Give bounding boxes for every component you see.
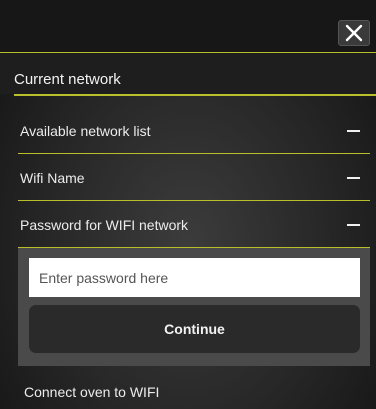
row-label: Password for WIFI network	[20, 217, 189, 233]
minus-icon[interactable]	[347, 224, 360, 226]
section-header: Current network	[0, 53, 376, 94]
row-label: Wifi Name	[20, 170, 85, 186]
continue-button[interactable]: Continue	[29, 305, 360, 353]
section-title: Current network	[14, 71, 121, 88]
minus-icon[interactable]	[347, 130, 360, 132]
row-wifi-name[interactable]: Wifi Name	[18, 155, 370, 201]
password-input[interactable]	[29, 258, 360, 297]
close-icon	[345, 24, 363, 42]
row-divider	[18, 153, 370, 154]
connect-oven-label[interactable]: Connect oven to WIFI	[24, 384, 159, 400]
row-label: Available network list	[20, 123, 151, 139]
header-divider	[14, 94, 376, 96]
row-available-network-list[interactable]: Available network list	[18, 108, 370, 154]
top-bar	[0, 0, 376, 52]
row-divider	[18, 200, 370, 201]
close-button[interactable]	[338, 20, 370, 46]
minus-icon[interactable]	[347, 177, 360, 179]
row-password[interactable]: Password for WIFI network	[18, 202, 370, 248]
password-panel: Continue	[18, 248, 370, 366]
